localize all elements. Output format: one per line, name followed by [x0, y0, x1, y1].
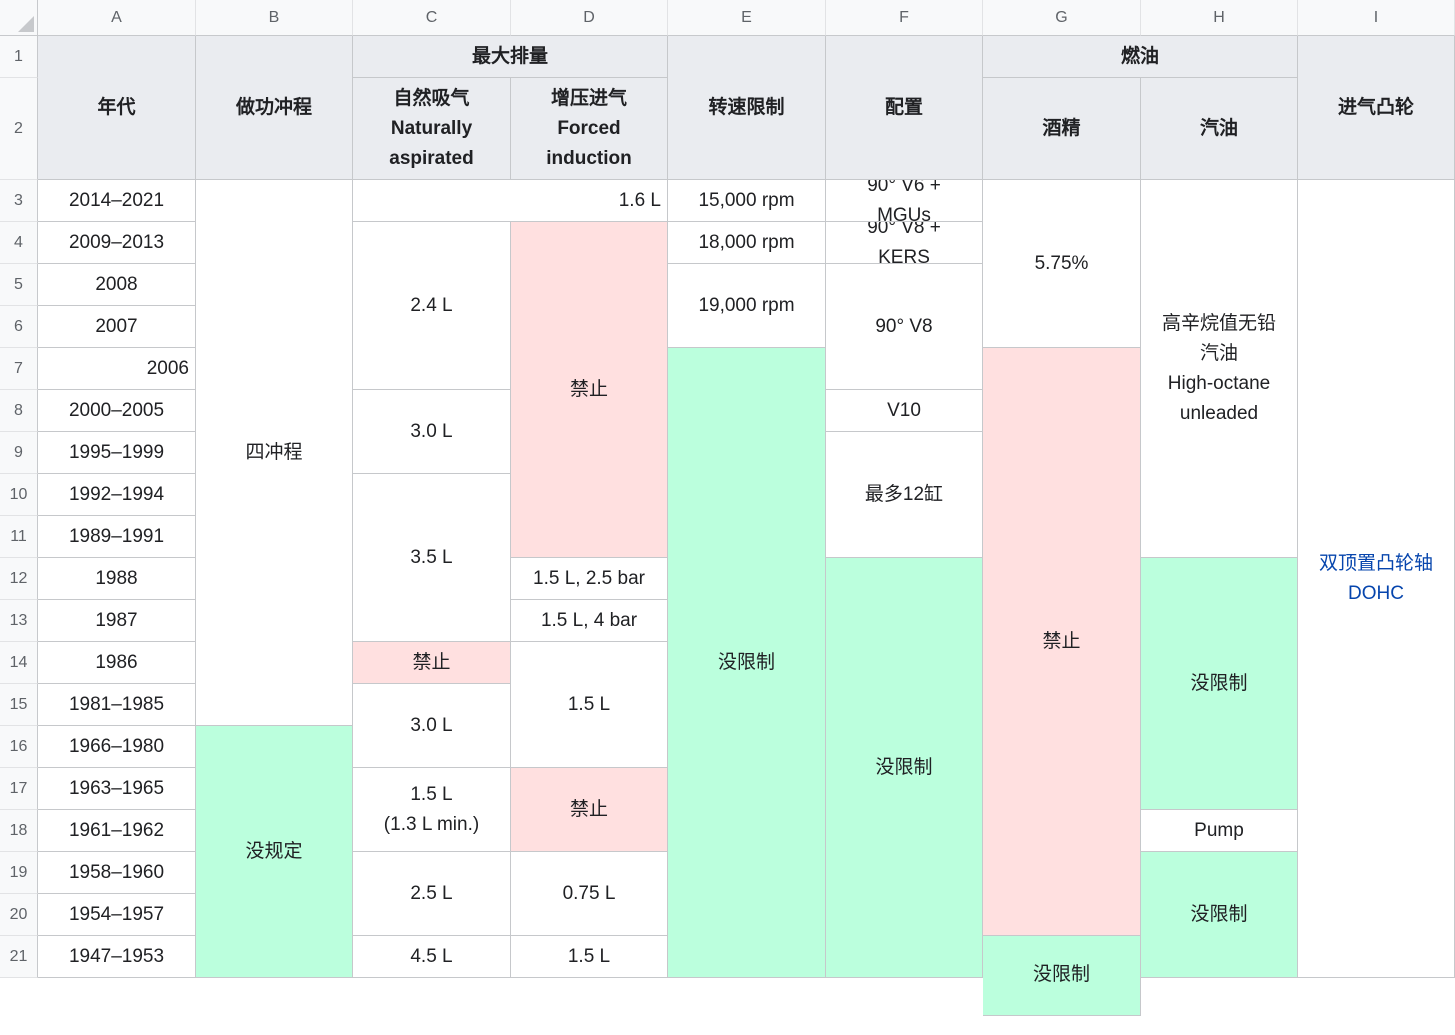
naturally-aspirated-cell[interactable]: 2.4 L: [353, 222, 511, 390]
header-gasoline[interactable]: 汽油: [1141, 78, 1298, 180]
row-header-19[interactable]: 19: [0, 852, 38, 894]
naturally-aspirated-cell[interactable]: 3.0 L: [353, 390, 511, 474]
displacement-combined-cell[interactable]: 1.6 L: [353, 180, 668, 222]
header-era[interactable]: 年代: [38, 36, 196, 180]
row-header-16[interactable]: 16: [0, 726, 38, 768]
era-cell[interactable]: 2000–2005: [38, 390, 196, 432]
select-all-triangle-icon: [18, 16, 34, 32]
header-naturally-aspirated[interactable]: 自然吸气 Naturally aspirated: [353, 78, 511, 180]
naturally-aspirated-cell[interactable]: 3.5 L: [353, 474, 511, 642]
row-header-17[interactable]: 17: [0, 768, 38, 810]
row-header-3[interactable]: 3: [0, 180, 38, 222]
era-cell[interactable]: 1947–1953: [38, 936, 196, 978]
row-header-7[interactable]: 7: [0, 348, 38, 390]
select-all-corner[interactable]: [0, 0, 38, 36]
era-cell[interactable]: 1987: [38, 600, 196, 642]
forced-induction-cell[interactable]: 1.5 L: [511, 936, 668, 978]
naturally-aspirated-cell[interactable]: 禁止: [353, 642, 511, 684]
header-rev-limit[interactable]: 转速限制: [668, 36, 826, 180]
rev-limit-cell[interactable]: 没限制: [668, 348, 826, 978]
era-cell[interactable]: 2009–2013: [38, 222, 196, 264]
column-header-h[interactable]: H: [1141, 0, 1298, 36]
naturally-aspirated-cell[interactable]: 3.0 L: [353, 684, 511, 768]
rev-limit-cell[interactable]: 19,000 rpm: [668, 264, 826, 348]
configuration-cell[interactable]: 最多12缸: [826, 432, 983, 558]
rev-limit-cell[interactable]: 15,000 rpm: [668, 180, 826, 222]
configuration-cell[interactable]: 没限制: [826, 558, 983, 978]
gasoline-cell[interactable]: 没限制: [1141, 558, 1298, 810]
column-header-g[interactable]: G: [983, 0, 1141, 36]
era-cell[interactable]: 1966–1980: [38, 726, 196, 768]
era-cell[interactable]: 1988: [38, 558, 196, 600]
naturally-aspirated-cell[interactable]: 4.5 L: [353, 936, 511, 978]
forced-induction-cell[interactable]: 1.5 L, 2.5 bar: [511, 558, 668, 600]
forced-induction-cell[interactable]: 1.5 L: [511, 642, 668, 768]
row-header-13[interactable]: 13: [0, 600, 38, 642]
column-header-e[interactable]: E: [668, 0, 826, 36]
configuration-cell[interactable]: 90° V8 + KERS: [826, 222, 983, 264]
row-header-11[interactable]: 11: [0, 516, 38, 558]
column-header-i[interactable]: I: [1298, 0, 1455, 36]
forced-induction-cell[interactable]: 禁止: [511, 222, 668, 558]
era-cell[interactable]: 1986: [38, 642, 196, 684]
era-cell[interactable]: 2007: [38, 306, 196, 348]
alcohol-cell[interactable]: 禁止: [983, 348, 1141, 936]
row-header-4[interactable]: 4: [0, 222, 38, 264]
row-header-9[interactable]: 9: [0, 432, 38, 474]
era-cell[interactable]: 1995–1999: [38, 432, 196, 474]
column-header-c[interactable]: C: [353, 0, 511, 36]
header-intake-cam[interactable]: 进气凸轮: [1298, 36, 1455, 180]
gasoline-cell[interactable]: Pump: [1141, 810, 1298, 852]
configuration-cell[interactable]: V10: [826, 390, 983, 432]
naturally-aspirated-cell[interactable]: 1.5 L (1.3 L min.): [353, 768, 511, 852]
header-configuration[interactable]: 配置: [826, 36, 983, 180]
header-fuel[interactable]: 燃油: [983, 36, 1298, 78]
alcohol-cell[interactable]: 没限制: [983, 936, 1141, 1016]
configuration-cell[interactable]: 90° V6 + MGUs: [826, 180, 983, 222]
row-header-10[interactable]: 10: [0, 474, 38, 516]
column-header-f[interactable]: F: [826, 0, 983, 36]
header-stroke[interactable]: 做功冲程: [196, 36, 353, 180]
row-header-20[interactable]: 20: [0, 894, 38, 936]
forced-induction-cell[interactable]: 禁止: [511, 768, 668, 852]
era-cell[interactable]: 1989–1991: [38, 516, 196, 558]
forced-induction-cell[interactable]: 0.75 L: [511, 852, 668, 936]
era-cell[interactable]: 1961–1962: [38, 810, 196, 852]
header-forced-induction[interactable]: 增压进气 Forced induction: [511, 78, 668, 180]
intake-cam-link[interactable]: 双顶置凸轮轴 DOHC: [1298, 180, 1455, 978]
column-header-d[interactable]: D: [511, 0, 668, 36]
configuration-cell[interactable]: 90° V8: [826, 264, 983, 390]
forced-induction-cell[interactable]: 1.5 L, 4 bar: [511, 600, 668, 642]
row-header-18[interactable]: 18: [0, 810, 38, 852]
row-header-8[interactable]: 8: [0, 390, 38, 432]
row-header-14[interactable]: 14: [0, 642, 38, 684]
column-header-b[interactable]: B: [196, 0, 353, 36]
stroke-cell[interactable]: 四冲程: [196, 180, 353, 726]
row-header-2[interactable]: 2: [0, 78, 38, 180]
era-cell[interactable]: 2006: [38, 348, 196, 390]
row-header-6[interactable]: 6: [0, 306, 38, 348]
era-cell[interactable]: 1992–1994: [38, 474, 196, 516]
era-cell[interactable]: 1954–1957: [38, 894, 196, 936]
row-header-21[interactable]: 21: [0, 936, 38, 978]
alcohol-cell[interactable]: 5.75%: [983, 180, 1141, 348]
era-cell[interactable]: 1981–1985: [38, 684, 196, 726]
row-header-15[interactable]: 15: [0, 684, 38, 726]
header-max-displacement[interactable]: 最大排量: [353, 36, 668, 78]
header-alcohol[interactable]: 酒精: [983, 78, 1141, 180]
era-cell[interactable]: 2014–2021: [38, 180, 196, 222]
era-cell[interactable]: 2008: [38, 264, 196, 306]
gasoline-cell[interactable]: 没限制: [1141, 852, 1298, 978]
era-cell[interactable]: 1963–1965: [38, 768, 196, 810]
row-header-1[interactable]: 1: [0, 36, 38, 78]
naturally-aspirated-cell[interactable]: 2.5 L: [353, 852, 511, 936]
rev-limit-cell[interactable]: 18,000 rpm: [668, 222, 826, 264]
row-header-5[interactable]: 5: [0, 264, 38, 306]
era-cell[interactable]: 1958–1960: [38, 852, 196, 894]
column-header-a[interactable]: A: [38, 0, 196, 36]
spreadsheet-view: ABCDEFGHI 1 2 3 4 5 6 7 8 9 10 11 12 13 14 15 16 17 18 19 2…: [0, 0, 1455, 1035]
gasoline-cell[interactable]: 高辛烷值无铅 汽油 High-octane unleaded: [1141, 180, 1298, 558]
row-header-12[interactable]: 12: [0, 558, 38, 600]
stroke-cell[interactable]: 没规定: [196, 726, 353, 978]
